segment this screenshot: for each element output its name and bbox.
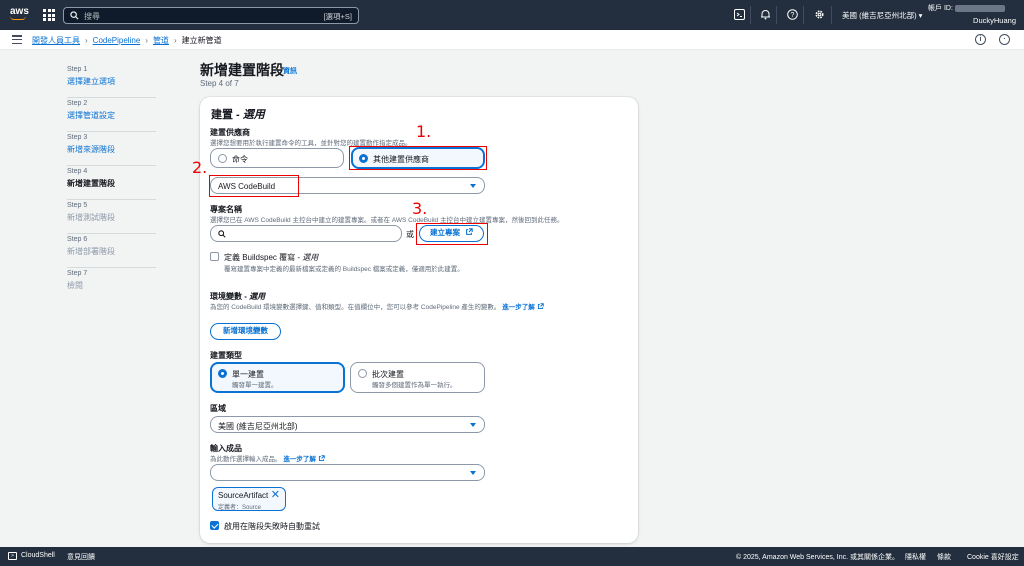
feedback-link[interactable]: 意見回饋 (67, 552, 95, 562)
breadcrumb: 開發人員工具 › CodePipeline › 管道 › 建立新管道 (32, 36, 222, 45)
radio-batch-build[interactable] (358, 369, 367, 378)
annotation-1: 1. (416, 122, 432, 141)
search-icon (70, 11, 79, 20)
feedback-icon[interactable]: · (999, 34, 1010, 45)
nav-divider (803, 6, 804, 24)
annotation-box-2 (209, 175, 299, 197)
search-input[interactable]: 搜尋 [選項+S] (63, 7, 359, 24)
annotation-3: 3. (412, 199, 428, 218)
nav-divider (750, 6, 751, 24)
services-grid-icon[interactable] (43, 9, 55, 21)
breadcrumb-bar: 開發人員工具 › CodePipeline › 管道 › 建立新管道 i · (0, 30, 1024, 50)
buildspec-label: 定義 Buildspec 覆寫 - 選用 (224, 253, 319, 262)
external-link-icon (318, 455, 325, 462)
artifact-token: SourceArtifact 定義者：Source ✕ (212, 487, 286, 511)
breadcrumb-pipelines[interactable]: 管道 (153, 36, 169, 45)
add-env-variable-button[interactable]: 新增環境變數 (210, 323, 281, 340)
info-link[interactable]: 資訊 (283, 66, 297, 76)
wizard-step-1[interactable]: Step 1 選擇建立選項 (67, 64, 156, 98)
footer: > CloudShell 意見回饋 © 2025, Amazon Web Ser… (0, 547, 1024, 566)
search-icon (218, 230, 226, 238)
region-selector[interactable]: 美國 (維吉尼亞州北部) ▾ (842, 10, 922, 21)
info-icon[interactable]: i (975, 34, 986, 45)
artifacts-learn-more-link[interactable]: 進一步了解 (283, 456, 316, 463)
section-title: 建置 - 選用 (211, 109, 265, 121)
artifacts-select[interactable] (210, 464, 485, 481)
search-shortcut: [選項+S] (323, 12, 352, 21)
help-icon[interactable]: ? (786, 9, 798, 21)
copyright: © 2025, Amazon Web Services, Inc. 或其關係企業… (736, 554, 899, 561)
radio-commands[interactable] (218, 153, 227, 163)
terms-link[interactable]: 條款 (937, 552, 951, 562)
cookie-preferences-link[interactable]: Cookie 喜好設定 (967, 552, 1019, 562)
username[interactable]: DuckyHuang (973, 16, 1016, 25)
build-type-label: 建置類型 (210, 351, 242, 360)
svg-text:?: ? (790, 12, 794, 19)
annotation-2: 2. (192, 158, 208, 177)
gear-icon[interactable] (813, 9, 825, 21)
bell-icon[interactable] (759, 9, 771, 21)
wizard-steps: Step 1 選擇建立選項 Step 2 選擇管道設定 Step 3 新增來源階段 S… (67, 64, 156, 302)
provider-option-commands[interactable]: 命令 (210, 148, 344, 168)
build-type-batch[interactable]: 批次建置 觸發多個建置作為單一執行。 (350, 362, 485, 393)
nav-divider (831, 6, 832, 24)
account-id[interactable]: 帳戶 ID: (928, 3, 1005, 13)
env-learn-more-link[interactable]: 進一步了解 (502, 304, 535, 311)
project-search-input[interactable] (210, 225, 402, 242)
breadcrumb-developer-tools[interactable]: 開發人員工具 (32, 36, 80, 45)
wizard-step-2[interactable]: Step 2 選擇管道設定 (67, 98, 156, 132)
or-label: 或 (406, 230, 414, 239)
breadcrumb-codepipeline[interactable]: CodePipeline (93, 36, 141, 45)
menu-icon[interactable] (12, 35, 22, 44)
caret-down-icon (470, 423, 476, 427)
external-link-icon (537, 303, 544, 310)
auto-retry-label: 啟用在階段失敗時自動重試 (224, 522, 320, 531)
wizard-step-6: Step 6 新增部署階段 (67, 234, 156, 268)
aws-logo[interactable]: aws (10, 7, 29, 20)
search-placeholder: 搜尋 (84, 12, 100, 21)
buildspec-desc: 覆寫建置專案中定義的最新檔案或定義的 Buildspec 檔案或定義，僅適用於此… (224, 266, 464, 273)
annotation-box-3 (416, 223, 488, 245)
region-select[interactable]: 美國 (維吉尼亞州北部) (210, 416, 485, 433)
wizard-step-7: Step 7 檢閱 (67, 270, 88, 290)
annotation-box-1 (349, 146, 487, 170)
privacy-link[interactable]: 隱私權 (905, 552, 926, 562)
artifacts-desc: 為此動作選擇輸入成品。 進一步了解 (210, 453, 325, 463)
dismiss-icon[interactable]: ✕ (271, 489, 280, 501)
page-title: 新增建置階段 (200, 62, 284, 78)
buildspec-checkbox[interactable] (210, 252, 219, 261)
caret-down-icon (470, 471, 476, 475)
wizard-step-5: Step 5 新增測試階段 (67, 200, 156, 234)
region-label: 區域 (210, 404, 226, 413)
radio-single-build[interactable] (218, 369, 227, 378)
cloudshell-icon[interactable] (733, 9, 745, 21)
cloudshell-icon[interactable]: > (8, 552, 17, 560)
wizard-step-4: Step 4 新增建置階段 (67, 166, 156, 200)
cloudshell-link[interactable]: CloudShell (21, 552, 55, 559)
build-type-single[interactable]: 單一建置 觸發單一建置。 (210, 362, 345, 393)
top-navigation: aws 搜尋 [選項+S] ? 美國 (維吉尼亞州北部) ▾ 帳戶 ID: Du… (0, 0, 1024, 30)
nav-divider (776, 6, 777, 24)
project-desc: 選擇您已在 AWS CodeBuild 主控台中建立的建置專案。或者在 AWS … (210, 217, 564, 224)
page-step-indicator: Step 4 of 7 (200, 79, 239, 88)
wizard-step-3[interactable]: Step 3 新增來源階段 (67, 132, 156, 166)
auto-retry-checkbox[interactable] (210, 521, 219, 530)
caret-down-icon (470, 184, 476, 188)
breadcrumb-current: 建立新管道 (181, 36, 222, 45)
env-desc: 為您的 CodeBuild 環境變數選擇鍵、值和類型。在值欄位中，您可以參考 C… (210, 301, 544, 311)
